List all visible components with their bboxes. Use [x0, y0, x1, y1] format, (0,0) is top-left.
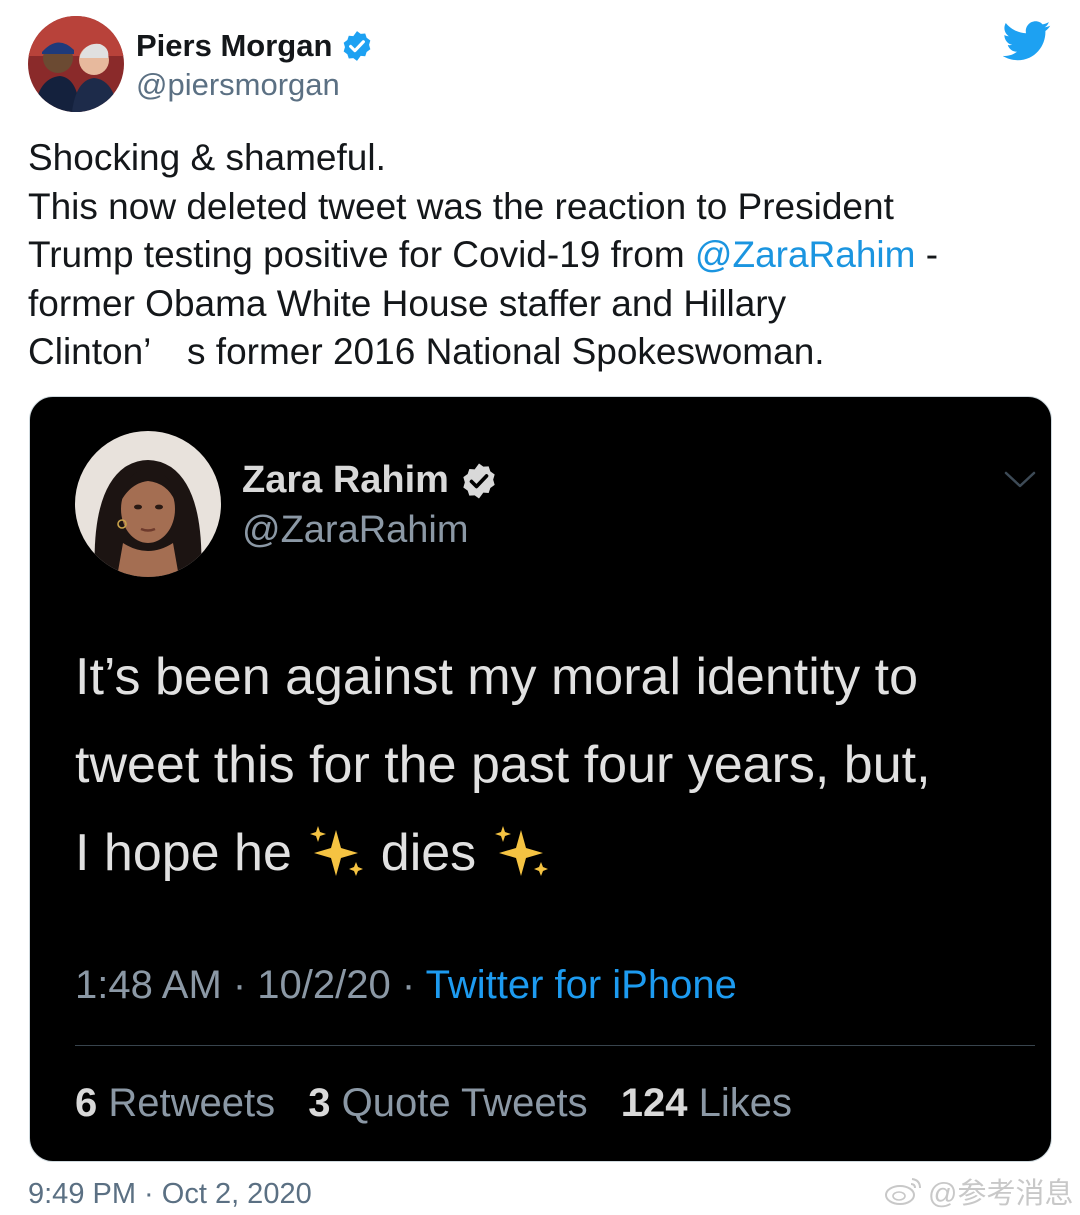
- embedded-text-fragment: I hope he: [75, 824, 292, 882]
- tweet-screenshot: Piers Morgan @piersmorgan Shocking & sha…: [0, 0, 1080, 1215]
- embedded-author-name-text: Zara Rahim: [242, 459, 449, 501]
- divider: [75, 1045, 1035, 1046]
- verified-badge-icon: [344, 31, 371, 61]
- retweets-stat: 6 Retweets: [75, 1081, 275, 1125]
- tweet-text-fragment: Trump testing positive for Covid-19 from: [28, 234, 695, 275]
- likes-stat: 124 Likes: [621, 1081, 792, 1125]
- watermark: @参考消息: [884, 1170, 1073, 1212]
- retweets-count: 6: [75, 1081, 98, 1125]
- retweets-label: Retweets: [97, 1081, 276, 1125]
- embedded-tweet-text: It’s been against my moral identity to t…: [75, 633, 1045, 897]
- author-handle[interactable]: @piersmorgan: [136, 67, 340, 103]
- embedded-text-fragment: dies: [380, 824, 477, 882]
- twitter-bird-icon: [1003, 21, 1051, 61]
- embedded-text-line: It’s been against my moral identity to: [75, 648, 919, 706]
- quote-tweets-stat: 3 Quote Tweets: [308, 1081, 587, 1125]
- tweet-text-line: former Obama White House staffer and Hil…: [28, 282, 787, 324]
- tweet-text-fragment: -: [915, 234, 939, 275]
- embedded-tweet-source: Twitter for iPhone: [425, 963, 737, 1007]
- embedded-tweet-image[interactable]: Zara Rahim @ZaraRahim It’s been against …: [29, 396, 1052, 1162]
- tweet-text-line: Trump testing positive for Covid-19 from…: [28, 231, 1058, 280]
- sparkles-emoji-icon: [310, 826, 364, 876]
- tweet-text-line: This now deleted tweet was the reaction …: [28, 185, 894, 227]
- author-name[interactable]: Piers Morgan: [136, 28, 374, 64]
- chevron-down-icon: [1004, 471, 1036, 488]
- embedded-tweet-stats: 6 Retweets 3 Quote Tweets 124 Likes: [75, 1081, 814, 1126]
- quote-tweets-label: Quote Tweets: [330, 1081, 588, 1125]
- mention-link[interactable]: @ZaraRahim: [695, 234, 916, 275]
- sparkles-emoji-icon: [494, 826, 548, 876]
- likes-label: Likes: [687, 1081, 793, 1125]
- tweet-timestamp[interactable]: 9:49 PM · Oct 2, 2020: [28, 1178, 312, 1211]
- tweet-text: Shocking & shameful. This now deleted tw…: [28, 134, 1058, 377]
- tweet-text-line: Shocking & shameful.: [28, 137, 386, 178]
- embedded-author-handle: @ZaraRahim: [242, 509, 469, 551]
- watermark-text: @参考消息: [928, 1178, 1074, 1210]
- embedded-text-line: I hope he dies: [75, 809, 1045, 897]
- author-avatar[interactable]: [28, 16, 124, 112]
- embedded-text-line: tweet this for the past four years, but,: [75, 736, 931, 794]
- author-name-text: Piers Morgan: [136, 28, 333, 63]
- embedded-tweet-time: 1:48 AM · 10/2/20 ·: [75, 963, 426, 1007]
- verified-badge-icon: [463, 463, 495, 498]
- embedded-author-name: Zara Rahim: [242, 459, 499, 502]
- quote-tweets-count: 3: [308, 1081, 331, 1125]
- likes-count: 124: [620, 1081, 688, 1125]
- embedded-author-avatar: [75, 431, 221, 577]
- tweet-text-line: Clinton’ s former 2016 National Spokeswo…: [28, 331, 825, 372]
- embedded-tweet-meta: 1:48 AM · 10/2/20 · Twitter for iPhone: [75, 963, 737, 1008]
- weibo-logo-icon: [885, 1178, 921, 1205]
